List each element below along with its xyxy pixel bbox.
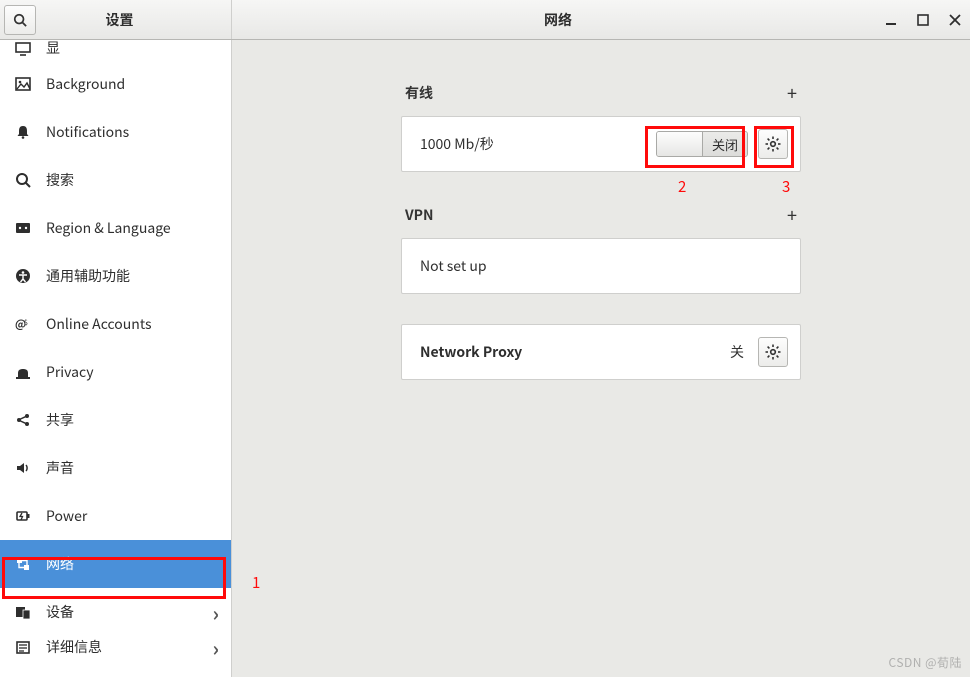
- sidebar-item-10[interactable]: Power: [0, 492, 231, 540]
- details-icon: [14, 638, 32, 656]
- sidebar-item-label: 声音: [46, 458, 219, 478]
- vpn-status: Not set up: [420, 256, 788, 276]
- sidebar-item-5[interactable]: 通用辅助功能: [0, 252, 231, 300]
- sidebar-item-label: 设备: [46, 602, 199, 622]
- proxy-status: 关: [730, 342, 748, 362]
- close-button[interactable]: [948, 13, 962, 27]
- region-icon: [14, 219, 32, 237]
- sidebar-item-13[interactable]: 详细信息 ›: [0, 636, 231, 658]
- share-icon: [14, 411, 32, 429]
- online-accounts-icon: @$: [14, 315, 32, 333]
- maximize-button[interactable]: [916, 13, 930, 27]
- monitor-icon: [14, 40, 32, 58]
- power-icon: [14, 507, 32, 525]
- watermark: CSDN @荀陆: [889, 654, 962, 671]
- window-controls: [884, 0, 970, 39]
- wired-section: 有线 + 1000 Mb/秒 关闭: [401, 80, 801, 172]
- sound-icon: [14, 459, 32, 477]
- privacy-icon: [14, 363, 32, 381]
- proxy-title: Network Proxy: [420, 342, 720, 362]
- add-wired-button[interactable]: +: [787, 80, 797, 106]
- sidebar-item-label: 搜索: [46, 170, 219, 190]
- wired-settings-button[interactable]: [758, 129, 788, 159]
- network-icon: [14, 555, 32, 573]
- sidebar-item-label: Notifications: [46, 122, 219, 142]
- page-title: 网络: [232, 0, 884, 39]
- accessibility-icon: [14, 267, 32, 285]
- toggle-knob: [657, 132, 703, 156]
- sidebar-item-12[interactable]: 设备 ›: [0, 588, 231, 636]
- sidebar-item-label: 显: [46, 40, 219, 58]
- gear-icon: [764, 135, 782, 153]
- headerbar-left: 设置: [0, 0, 232, 39]
- vpn-section: VPN + Not set up: [401, 202, 801, 294]
- search-icon: [14, 171, 32, 189]
- svg-text:$: $: [24, 318, 28, 328]
- sidebar-item-7[interactable]: Privacy: [0, 348, 231, 396]
- minimize-button[interactable]: [884, 13, 898, 27]
- headerbar: 设置 网络: [0, 0, 970, 40]
- toggle-label: 关闭: [703, 132, 747, 156]
- sidebar-item-label: Online Accounts: [46, 314, 219, 334]
- sidebar-item-label: 详细信息: [46, 637, 199, 657]
- sidebar-item-label: Background: [46, 74, 219, 94]
- sidebar-item-label: Power: [46, 506, 219, 526]
- proxy-section: Network Proxy 关: [401, 324, 801, 380]
- devices-icon: [14, 603, 32, 621]
- chevron-right-icon: ›: [213, 636, 219, 658]
- sidebar: 显 Background Notifications 搜索 Region & Langu…: [0, 40, 232, 677]
- sidebar-item-label: 通用辅助功能: [46, 266, 219, 286]
- background-icon: [14, 75, 32, 93]
- sidebar-item-label: Region & Language: [46, 218, 219, 238]
- sidebar-item-6[interactable]: @$ Online Accounts: [0, 300, 231, 348]
- wired-speed: 1000 Mb/秒: [420, 134, 646, 154]
- main-content: 有线 + 1000 Mb/秒 关闭: [232, 40, 970, 677]
- sidebar-item-label: 共享: [46, 410, 219, 430]
- sidebar-title: 设置: [22, 10, 217, 30]
- sidebar-item-2[interactable]: Notifications: [0, 108, 231, 156]
- sidebar-item-0[interactable]: 显: [0, 40, 231, 60]
- wired-title: 有线: [405, 83, 433, 103]
- sidebar-item-4[interactable]: Region & Language: [0, 204, 231, 252]
- proxy-settings-button[interactable]: [758, 337, 788, 367]
- gear-icon: [764, 343, 782, 361]
- sidebar-item-8[interactable]: 共享: [0, 396, 231, 444]
- add-vpn-button[interactable]: +: [787, 202, 797, 228]
- sidebar-item-11[interactable]: 网络: [0, 540, 231, 588]
- chevron-right-icon: ›: [213, 598, 219, 627]
- sidebar-item-label: 网络: [46, 554, 219, 574]
- sidebar-item-9[interactable]: 声音: [0, 444, 231, 492]
- sidebar-item-3[interactable]: 搜索: [0, 156, 231, 204]
- vpn-title: VPN: [405, 205, 434, 225]
- wired-toggle[interactable]: 关闭: [656, 131, 748, 157]
- sidebar-item-1[interactable]: Background: [0, 60, 231, 108]
- bell-icon: [14, 123, 32, 141]
- sidebar-item-label: Privacy: [46, 362, 219, 382]
